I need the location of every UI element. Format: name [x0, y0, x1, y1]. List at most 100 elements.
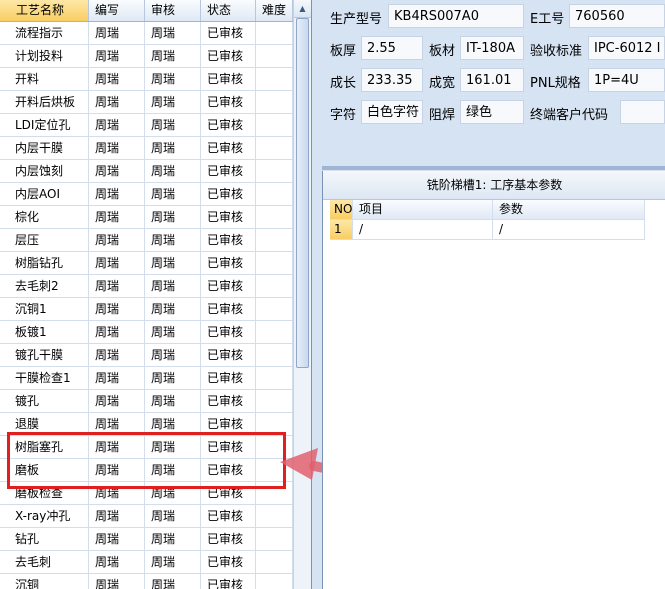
engineer-field[interactable]: 760560 [569, 4, 665, 28]
width-field[interactable]: 161.01 [460, 68, 524, 92]
cell-status: 已审核 [201, 252, 256, 274]
cell-process-name: 棕化 [0, 206, 89, 228]
column-header-item[interactable]: 项目 [353, 200, 493, 219]
cell-process-name: 沉铜 [0, 574, 89, 589]
params-row-item[interactable]: / [353, 220, 493, 239]
column-header-process-name[interactable]: 工艺名称 [0, 0, 89, 21]
cell-difficulty [256, 551, 293, 573]
cell-process-name: 内层AOI [0, 183, 89, 205]
customer-label: 终端客户代码 [530, 108, 609, 123]
table-row[interactable]: 树脂钻孔 周瑞 周瑞 已审核 [0, 252, 293, 275]
table-row[interactable]: 层压 周瑞 周瑞 已审核 [0, 229, 293, 252]
table-row[interactable]: 计划投料 周瑞 周瑞 已审核 [0, 45, 293, 68]
mask-field[interactable]: 绿色 [460, 100, 524, 124]
material-field[interactable]: IT-180A [460, 36, 524, 60]
column-header-reviewer[interactable]: 审核 [145, 0, 201, 21]
cell-difficulty [256, 390, 293, 412]
cell-author: 周瑞 [89, 298, 145, 320]
cell-difficulty [256, 252, 293, 274]
length-label: 成长 [330, 76, 357, 91]
cell-status: 已审核 [201, 390, 256, 412]
cell-reviewer: 周瑞 [145, 528, 201, 550]
table-row[interactable]: 内层AOI 周瑞 周瑞 已审核 [0, 183, 293, 206]
cell-difficulty [256, 183, 293, 205]
cell-author: 周瑞 [89, 344, 145, 366]
scroll-thumb[interactable] [296, 18, 309, 368]
cell-process-name: 镀孔干膜 [0, 344, 89, 366]
cell-status: 已审核 [201, 344, 256, 366]
table-row[interactable]: 板镀1 周瑞 周瑞 已审核 [0, 321, 293, 344]
table-row[interactable]: 流程指示 周瑞 周瑞 已审核 [0, 22, 293, 45]
cell-difficulty [256, 229, 293, 251]
cell-difficulty [256, 22, 293, 44]
cell-author: 周瑞 [89, 551, 145, 573]
table-row[interactable]: 镀孔 周瑞 周瑞 已审核 [0, 390, 293, 413]
cell-process-name: 树脂钻孔 [0, 252, 89, 274]
process-grid: 工艺名称 编写 审核 状态 难度 流程指示 周瑞 周瑞 已审核 计划投料 周瑞 周瑞 已审核开… [0, 0, 312, 589]
length-field[interactable]: 233.35 [361, 68, 423, 92]
cell-reviewer: 周瑞 [145, 252, 201, 274]
table-row[interactable]: LDI定位孔 周瑞 周瑞 已审核 [0, 114, 293, 137]
table-row[interactable]: 棕化 周瑞 周瑞 已审核 [0, 206, 293, 229]
cell-difficulty [256, 160, 293, 182]
cell-process-name: 板镀1 [0, 321, 89, 343]
column-header-param[interactable]: 参数 [493, 200, 645, 219]
vertical-scrollbar[interactable]: ▲ [293, 0, 311, 589]
grid-body: 流程指示 周瑞 周瑞 已审核 计划投料 周瑞 周瑞 已审核 开料 周瑞 周瑞 已审核 开料后烘板 周瑞 周瑞… [0, 22, 293, 589]
params-row[interactable]: 1 / / [330, 220, 645, 240]
table-row[interactable]: 沉铜 周瑞 周瑞 已审核 [0, 574, 293, 589]
cell-difficulty [256, 206, 293, 228]
table-row[interactable]: 开料 周瑞 周瑞 已审核 [0, 68, 293, 91]
table-row[interactable]: 内层干膜 周瑞 周瑞 已审核 [0, 137, 293, 160]
cell-reviewer: 周瑞 [145, 321, 201, 343]
cell-process-name: 钻孔 [0, 528, 89, 550]
cell-status: 已审核 [201, 229, 256, 251]
table-row[interactable]: 钻孔 周瑞 周瑞 已审核 [0, 528, 293, 551]
table-row[interactable]: 内层蚀刻 周瑞 周瑞 已审核 [0, 160, 293, 183]
table-row[interactable]: 开料后烘板 周瑞 周瑞 已审核 [0, 91, 293, 114]
cell-reviewer: 周瑞 [145, 68, 201, 90]
cell-difficulty [256, 344, 293, 366]
cell-difficulty [256, 45, 293, 67]
cell-author: 周瑞 [89, 114, 145, 136]
table-row[interactable]: 去毛刺2 周瑞 周瑞 已审核 [0, 275, 293, 298]
model-field[interactable]: KB4RS007A0 [388, 4, 524, 28]
cell-status: 已审核 [201, 528, 256, 550]
customer-field[interactable] [620, 100, 665, 124]
cell-difficulty [256, 114, 293, 136]
engineer-label: E工号 [530, 12, 565, 27]
cell-reviewer: 周瑞 [145, 551, 201, 573]
cell-process-name: X-ray冲孔 [0, 505, 89, 527]
column-header-difficulty[interactable]: 难度 [256, 0, 293, 21]
column-header-author[interactable]: 编写 [89, 0, 145, 21]
params-row-param[interactable]: / [493, 220, 645, 239]
cell-status: 已审核 [201, 367, 256, 389]
cell-status: 已审核 [201, 321, 256, 343]
cell-author: 周瑞 [89, 252, 145, 274]
pnl-field[interactable]: 1P=4U [588, 68, 665, 92]
table-row[interactable]: 干膜检查1 周瑞 周瑞 已审核 [0, 367, 293, 390]
standard-field[interactable]: IPC-6012 I [588, 36, 665, 60]
cell-process-name: 去毛刺2 [0, 275, 89, 297]
cell-reviewer: 周瑞 [145, 344, 201, 366]
thickness-field[interactable]: 2.55 [361, 36, 423, 60]
scroll-up-arrow-icon[interactable]: ▲ [294, 0, 311, 18]
cell-difficulty [256, 298, 293, 320]
table-row[interactable]: 去毛刺 周瑞 周瑞 已审核 [0, 551, 293, 574]
cell-process-name: 流程指示 [0, 22, 89, 44]
cell-process-name: 开料 [0, 68, 89, 90]
cell-process-name: 层压 [0, 229, 89, 251]
table-row[interactable]: 沉铜1 周瑞 周瑞 已审核 [0, 298, 293, 321]
cell-process-name: 计划投料 [0, 45, 89, 67]
table-row[interactable]: X-ray冲孔 周瑞 周瑞 已审核 [0, 505, 293, 528]
column-header-status[interactable]: 状态 [201, 0, 256, 21]
thickness-label: 板厚 [330, 44, 357, 59]
cell-difficulty [256, 505, 293, 527]
char-field[interactable]: 白色字符 [361, 100, 423, 124]
cell-reviewer: 周瑞 [145, 183, 201, 205]
column-header-no[interactable]: NO [330, 200, 353, 219]
cell-reviewer: 周瑞 [145, 367, 201, 389]
splitter[interactable] [322, 166, 665, 170]
cell-status: 已审核 [201, 551, 256, 573]
table-row[interactable]: 镀孔干膜 周瑞 周瑞 已审核 [0, 344, 293, 367]
